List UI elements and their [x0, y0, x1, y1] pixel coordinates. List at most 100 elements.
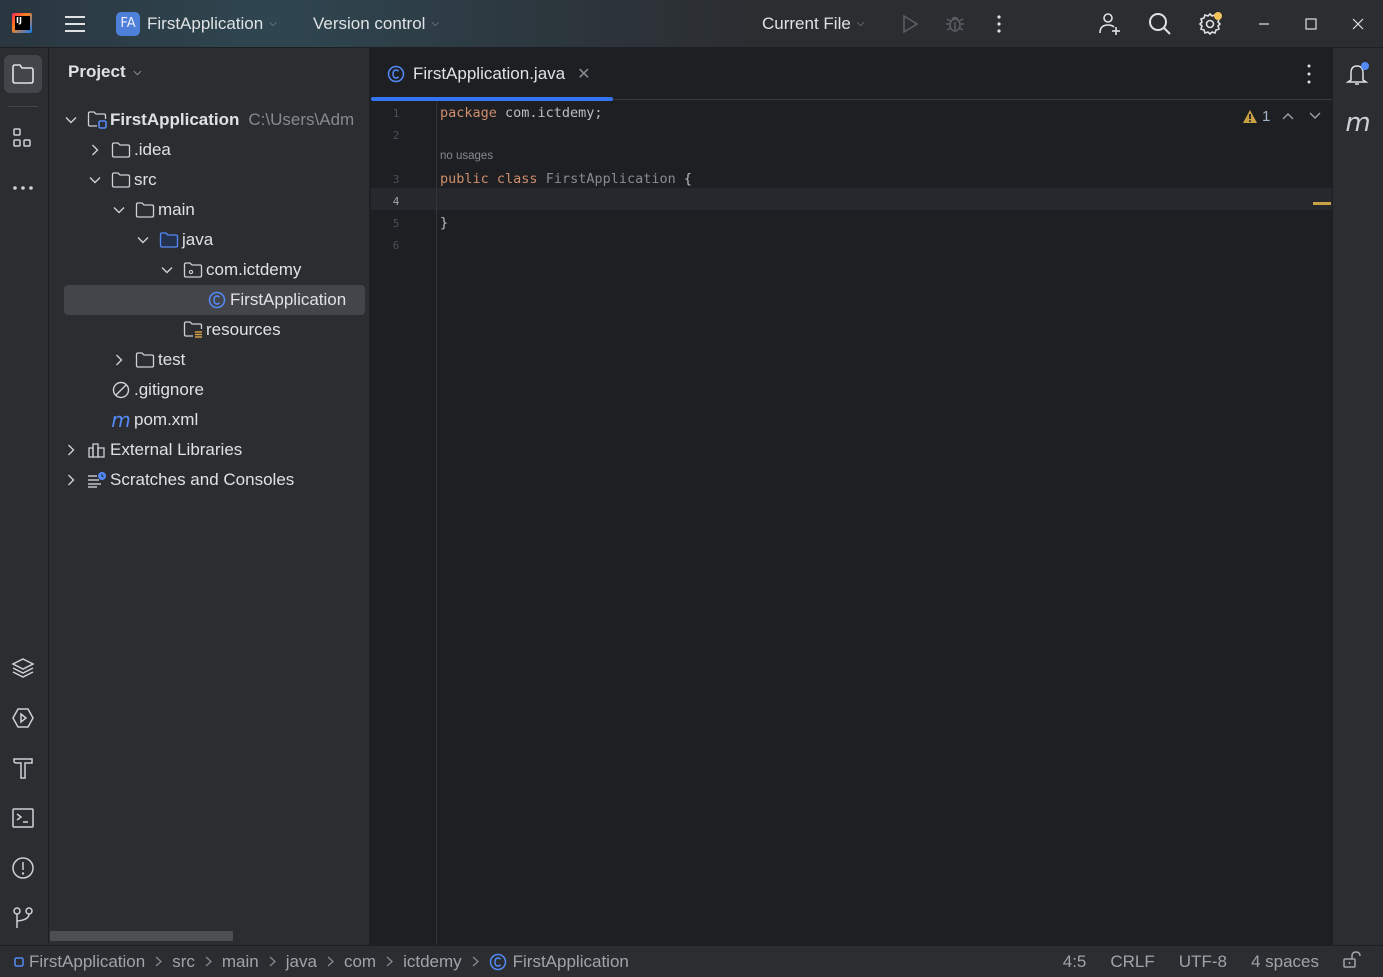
run-icon	[903, 14, 919, 34]
breadcrumb-item[interactable]: FirstApplication	[489, 952, 629, 972]
minimize-button[interactable]	[1244, 0, 1284, 48]
git-tool-button[interactable]	[4, 899, 42, 937]
tree-item[interactable]: test	[49, 345, 369, 375]
more-tools-button[interactable]	[4, 169, 42, 207]
readonly-toggle[interactable]	[1343, 950, 1361, 974]
vcs-widget[interactable]: Version control ⌵	[313, 0, 439, 48]
code-with-me-button[interactable]	[1090, 0, 1130, 48]
breadcrumb-item[interactable]: src	[172, 952, 195, 972]
chevron-down-icon[interactable]	[135, 236, 151, 244]
inspection-widget[interactable]: 1	[1242, 108, 1270, 125]
close-icon	[1352, 18, 1364, 30]
warning-stripe-marker[interactable]	[1313, 202, 1331, 205]
breadcrumb-item[interactable]: main	[222, 952, 259, 972]
terminal-tool-button[interactable]	[4, 799, 42, 837]
chevron-right-icon[interactable]	[111, 354, 127, 366]
notifications-button[interactable]	[1339, 55, 1377, 93]
breadcrumb-item[interactable]: java	[286, 952, 317, 972]
code-token: {	[683, 171, 692, 187]
line-number: 5	[392, 217, 400, 230]
file-encoding[interactable]: UTF-8	[1179, 952, 1227, 972]
tree-item[interactable]: External Libraries	[49, 435, 369, 465]
class-icon	[207, 291, 227, 309]
line-number: 2	[392, 129, 400, 142]
caret-position[interactable]: 4:5	[1063, 952, 1087, 972]
run-hex-icon	[12, 708, 34, 728]
maximize-icon	[1305, 18, 1317, 30]
package-icon	[183, 261, 203, 279]
tree-item-path: C:\Users\Adm	[248, 110, 355, 129]
tree-item[interactable]: .idea	[49, 135, 369, 165]
tree-item-label: java	[182, 230, 214, 249]
maximize-button[interactable]	[1291, 0, 1331, 48]
close-window-button[interactable]	[1338, 0, 1378, 48]
tree-item[interactable]: .gitignore	[49, 375, 369, 405]
project-tool-button[interactable]	[4, 55, 42, 93]
chevron-down-icon[interactable]	[111, 206, 127, 214]
indent-setting[interactable]: 4 spaces	[1251, 952, 1319, 972]
class-icon	[489, 953, 506, 971]
run-button[interactable]	[890, 0, 930, 48]
tree-item-label: FirstApplication	[110, 110, 240, 129]
usages-hint[interactable]: no usages	[440, 150, 493, 162]
folder-icon	[135, 201, 155, 219]
minimize-icon	[1259, 23, 1269, 25]
tree-item[interactable]: com.ictdemy	[49, 255, 369, 285]
tree-item[interactable]: m pom.xml	[49, 405, 369, 435]
problems-tool-button[interactable]	[4, 849, 42, 887]
build-tool-button[interactable]	[4, 749, 42, 787]
project-widget[interactable]: FA FirstApplication ⌵	[116, 0, 277, 48]
tree-item[interactable]: FirstApplication	[49, 285, 369, 315]
debug-button[interactable]	[935, 0, 975, 48]
structure-tool-button[interactable]	[4, 119, 42, 157]
panel-title-label: Project	[68, 62, 126, 81]
search-button[interactable]	[1140, 0, 1180, 48]
tree-item-label: main	[158, 200, 195, 219]
chevron-right-icon	[269, 954, 276, 970]
chevron-right-icon[interactable]	[63, 444, 79, 456]
right-tool-stripe: m	[1332, 48, 1383, 945]
breadcrumb-label: ictdemy	[403, 952, 462, 971]
code-line: public class FirstApplication {	[440, 171, 692, 187]
editor-tab-bar: FirstApplication.java ✕	[371, 48, 1332, 101]
hammer-icon	[13, 758, 33, 779]
chevron-down-icon[interactable]	[87, 176, 103, 184]
line-separator[interactable]: CRLF	[1110, 952, 1154, 972]
run-tool-button[interactable]	[4, 699, 42, 737]
tree-item[interactable]: FirstApplication C:\Users\Adm	[49, 105, 369, 135]
run-config-selector[interactable]: Current File ⌵	[762, 0, 864, 48]
tree-item[interactable]: Scratches and Consoles	[49, 465, 369, 495]
chevron-down-icon[interactable]	[63, 116, 79, 124]
project-panel-title[interactable]: Project ⌵	[68, 62, 141, 82]
app-logo[interactable]	[12, 13, 32, 33]
breadcrumb-item[interactable]: ictdemy	[403, 952, 462, 972]
services-tool-button[interactable]	[4, 649, 42, 687]
horizontal-scrollbar[interactable]	[50, 931, 233, 941]
editor-tab[interactable]: FirstApplication.java ✕	[371, 48, 613, 101]
chevron-right-icon[interactable]	[63, 474, 79, 486]
more-actions-button[interactable]	[979, 0, 1019, 48]
chevron-right-icon[interactable]	[87, 144, 103, 156]
folder-icon	[111, 171, 131, 189]
tree-item[interactable]: main	[49, 195, 369, 225]
breadcrumb-item[interactable]: FirstApplication	[14, 952, 145, 972]
tree-item-label: test	[158, 350, 186, 369]
maven-tool-button[interactable]: m	[1339, 104, 1377, 142]
settings-button[interactable]	[1190, 0, 1230, 48]
tree-item[interactable]: src	[49, 165, 369, 195]
main-menu-button[interactable]	[64, 0, 88, 48]
chevron-down-icon[interactable]	[159, 266, 175, 274]
breadcrumb-item[interactable]: com	[344, 952, 376, 972]
chevron-up-icon[interactable]	[1282, 112, 1294, 120]
chevron-down-icon: ⌵	[431, 18, 440, 29]
line-number: 6	[392, 239, 400, 252]
folder-icon	[135, 351, 155, 369]
close-tab-icon[interactable]: ✕	[577, 64, 590, 84]
line-number: 3	[392, 173, 400, 186]
breadcrumb-label: FirstApplication	[512, 952, 629, 971]
chevron-down-icon[interactable]	[1309, 112, 1321, 120]
tree-item[interactable]: java	[49, 225, 369, 255]
tree-item[interactable]: resources	[49, 315, 369, 345]
editor: FirstApplication.java ✕ 1 2 3 4 5 6 package c…	[371, 48, 1332, 945]
more-vertical-icon[interactable]	[1304, 62, 1314, 86]
